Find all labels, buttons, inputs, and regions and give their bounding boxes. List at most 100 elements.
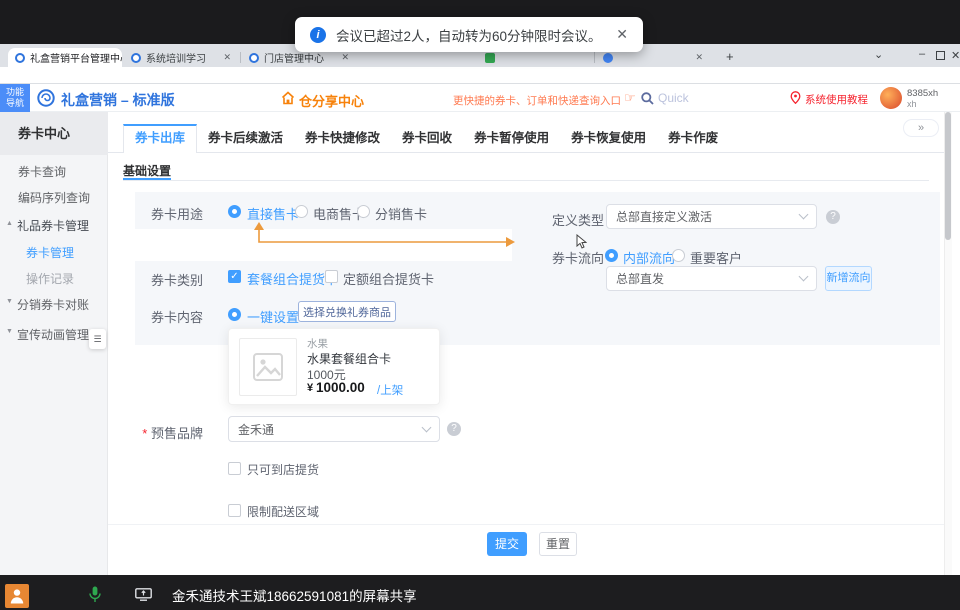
- tab-resume[interactable]: 券卡恢复使用: [560, 124, 657, 153]
- sidebar-item-card-mgmt[interactable]: 券卡管理: [26, 244, 74, 261]
- tab-quick-edit[interactable]: 券卡快捷修改: [294, 124, 391, 153]
- screen-share-bar: 金禾通技术王斌18662591081的屏幕共享: [0, 575, 960, 610]
- product-name: 水果套餐组合卡: [307, 350, 391, 367]
- checkbox-fixed-card-label[interactable]: 定额组合提货卡: [343, 269, 434, 288]
- card-use-label: 券卡用途: [120, 204, 203, 223]
- checkbox-limit-region[interactable]: [228, 504, 241, 517]
- info-icon: i: [310, 27, 326, 43]
- select-goods-button[interactable]: 选择兑换礼券商品: [298, 301, 396, 322]
- define-type-select[interactable]: 总部直接定义激活: [606, 204, 817, 229]
- sidebar-group-animation[interactable]: 宣传动画管理: [17, 326, 89, 343]
- browser-tab-1[interactable]: 礼盒营销平台管理中心 ✕: [8, 48, 122, 67]
- checkbox-store-pickup-label[interactable]: 只可到店提货: [247, 461, 319, 478]
- site-favicon: [131, 53, 141, 63]
- pointing-hand-icon: ☞: [624, 90, 636, 106]
- blue-favicon: [603, 53, 613, 63]
- tab-activate[interactable]: 券卡后续激活: [197, 124, 294, 153]
- quick-search-icon[interactable]: [641, 92, 654, 105]
- function-nav-toggle[interactable]: 功能 导航: [0, 84, 30, 112]
- tab-void[interactable]: 券卡作废: [657, 124, 729, 153]
- checkbox-store-pickup[interactable]: [228, 462, 241, 475]
- checkbox-limit-region-label[interactable]: 限制配送区域: [247, 503, 319, 520]
- browser-tab-2[interactable]: 系统培训学习 ✕: [124, 48, 238, 67]
- toast-message: 会议已超过2人，自动转为60分钟限时会议。: [336, 25, 602, 45]
- user-name: 8385xh: [907, 88, 938, 99]
- green-favicon: [485, 53, 495, 63]
- site-favicon: [15, 53, 25, 63]
- radio-ecommerce-sale[interactable]: [295, 205, 308, 218]
- app-logo: [37, 89, 55, 107]
- sidebar-group-gift-cards[interactable]: 礼品券卡管理: [17, 217, 89, 234]
- radio-direct-sale[interactable]: [228, 205, 241, 218]
- sidebar-collapse-handle[interactable]: ☰: [89, 329, 106, 349]
- new-tab-button[interactable]: +: [726, 49, 734, 64]
- share-center-link[interactable]: 仓分享中心: [299, 91, 364, 110]
- sidebar-item-card-query[interactable]: 券卡查询: [18, 163, 66, 180]
- checkbox-fixed-card[interactable]: [325, 270, 338, 283]
- participant-avatar: [5, 584, 29, 608]
- product-category: 水果: [307, 336, 328, 351]
- radio-internal-flow-label[interactable]: 内部流向: [623, 248, 675, 267]
- tab-recycle[interactable]: 券卡回收: [391, 124, 463, 153]
- chevron-down-icon: [799, 210, 809, 220]
- sidebar-title: 券卡中心: [0, 112, 108, 155]
- location-pin-icon: [790, 91, 801, 104]
- tabs-overflow-button[interactable]: »: [903, 119, 939, 137]
- radio-key-customer[interactable]: [672, 249, 685, 262]
- reset-button[interactable]: 重置: [539, 532, 577, 556]
- subtab-basic-settings[interactable]: 基础设置: [123, 162, 171, 179]
- sidebar-item-code-query[interactable]: 编码序列查询: [18, 189, 90, 206]
- window-close-button[interactable]: ✕: [951, 49, 960, 62]
- presale-brand-label: * 预售品牌: [120, 423, 203, 442]
- product-card: 水果 水果套餐组合卡 1000元 ¥ 1000.00 /上架: [228, 328, 440, 405]
- tab-suspend[interactable]: 券卡暂停使用: [463, 124, 560, 153]
- radio-one-key-setup-label[interactable]: 一键设置: [247, 307, 299, 326]
- quick-entry-link[interactable]: 更快捷的券卡、订单和快递查询入口: [453, 93, 621, 108]
- submit-button[interactable]: 提交: [487, 532, 527, 556]
- scrollbar-thumb[interactable]: [945, 112, 951, 240]
- help-icon[interactable]: ?: [826, 210, 840, 224]
- site-favicon: [249, 53, 259, 63]
- quick-search-label[interactable]: Quick: [658, 91, 689, 105]
- flow-select[interactable]: 总部直发: [606, 266, 817, 291]
- browser-tab-title: 系统培训学习: [146, 50, 206, 65]
- tutorial-link[interactable]: 系统使用教程: [805, 92, 868, 107]
- sidebar-group-distribution[interactable]: 分销券卡对账: [17, 296, 89, 313]
- user-avatar[interactable]: [880, 87, 902, 109]
- browser-tab-title: 门店管理中心: [264, 50, 324, 65]
- chevron-down-icon: [799, 272, 809, 282]
- tab-card-out[interactable]: 券卡出库: [123, 124, 197, 153]
- browser-tab-title: 礼盒营销平台管理中心: [30, 50, 122, 65]
- tab-separator: [240, 52, 241, 63]
- add-flow-button[interactable]: 新增流向: [825, 266, 872, 291]
- radio-one-key-setup[interactable]: [228, 308, 241, 321]
- footer-divider: [108, 524, 944, 525]
- card-flow-label: 券卡流向: [520, 248, 604, 267]
- radio-internal-flow[interactable]: [605, 249, 618, 262]
- tab-close-icon[interactable]: ✕: [223, 52, 231, 63]
- product-image-placeholder: [239, 338, 297, 396]
- presale-brand-select[interactable]: 金禾通: [228, 416, 440, 442]
- product-price: 1000.00: [316, 380, 365, 395]
- window-maximize-button[interactable]: [936, 51, 945, 60]
- tab-close-icon[interactable]: ✕: [341, 52, 349, 63]
- radio-key-customer-label[interactable]: 重要客户: [690, 248, 742, 267]
- sidebar-item-op-log[interactable]: 操作记录: [26, 270, 74, 287]
- radio-distribution-sale[interactable]: [357, 205, 370, 218]
- screen-share-icon: [135, 588, 152, 601]
- help-icon[interactable]: ?: [447, 422, 461, 436]
- product-status-link[interactable]: /上架: [377, 382, 403, 398]
- share-text: 金禾通技术王斌18662591081的屏幕共享: [172, 585, 417, 605]
- mouse-cursor: [576, 234, 587, 249]
- tab-close-icon[interactable]: ✕: [695, 52, 703, 63]
- chevron-down-icon: [422, 422, 432, 432]
- required-asterisk: *: [142, 426, 147, 441]
- toast-close-icon[interactable]: ✕: [616, 26, 628, 43]
- tab-search-chevron-icon[interactable]: ⌄: [874, 48, 883, 61]
- checkbox-combo-card[interactable]: ✓: [228, 270, 241, 283]
- main-tabs: 券卡出库 券卡后续激活 券卡快捷修改 券卡回收 券卡暂停使用 券卡恢复使用 券卡…: [123, 124, 729, 153]
- caret-up-icon: ▲: [6, 220, 13, 227]
- meeting-toast: i 会议已超过2人，自动转为60分钟限时会议。 ✕: [295, 17, 643, 52]
- share-center-house-icon[interactable]: [281, 91, 295, 105]
- window-minimize-button[interactable]: –: [919, 48, 925, 60]
